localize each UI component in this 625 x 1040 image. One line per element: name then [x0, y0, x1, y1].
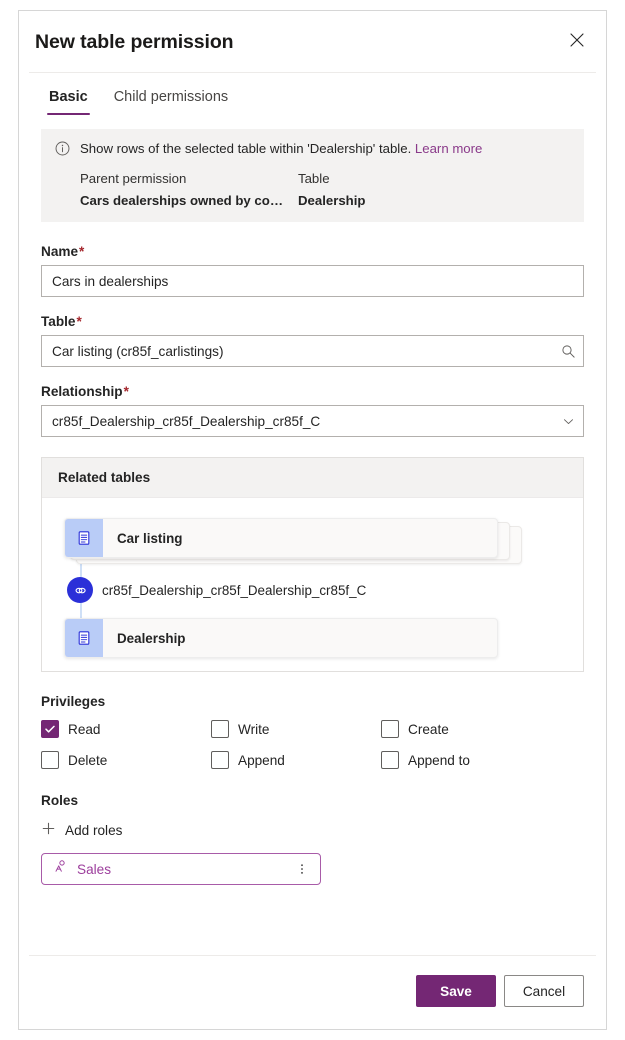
- info-banner-table: Parent permission Table Cars dealerships…: [80, 171, 570, 208]
- tab-child-permissions[interactable]: Child permissions: [112, 87, 230, 115]
- roles-label: Roles: [41, 793, 79, 808]
- checkbox-append-to[interactable]: [381, 751, 399, 769]
- privilege-create[interactable]: Create: [381, 720, 584, 738]
- dialog-header: New table permission: [19, 11, 606, 73]
- info-circle-icon: [55, 141, 71, 160]
- footer-divider: [29, 955, 596, 956]
- parent-permission-value: Cars dealerships owned by compa...: [80, 193, 290, 208]
- header-divider: [29, 72, 596, 73]
- add-roles-label: Add roles: [65, 822, 123, 838]
- tab-list: Basic Child permissions: [19, 73, 606, 115]
- name-label: Name*: [41, 244, 584, 259]
- info-banner-text: Show rows of the selected table within '…: [80, 141, 482, 157]
- name-required-marker: *: [79, 244, 85, 259]
- info-banner-message-row: Show rows of the selected table within '…: [55, 141, 570, 160]
- related-tables-canvas: Car listing cr85f_Dealership_cr85f_Deale…: [42, 498, 583, 671]
- table-input[interactable]: [42, 336, 553, 366]
- checkbox-read[interactable]: [41, 720, 59, 738]
- privilege-read-label: Read: [68, 721, 101, 737]
- checkbox-append[interactable]: [211, 751, 229, 769]
- checkbox-write[interactable]: [211, 720, 229, 738]
- chevron-down-icon[interactable]: [553, 415, 583, 428]
- name-input[interactable]: [42, 266, 583, 296]
- tab-basic[interactable]: Basic: [47, 87, 90, 115]
- close-button[interactable]: [560, 23, 594, 57]
- relationship-select-wrapper[interactable]: [41, 405, 584, 437]
- target-node-label: Dealership: [117, 630, 186, 646]
- info-banner-message: Show rows of the selected table within '…: [80, 141, 412, 156]
- search-icon[interactable]: [553, 344, 583, 359]
- source-node-label: Car listing: [117, 530, 183, 546]
- cancel-button[interactable]: Cancel: [504, 975, 584, 1007]
- relationship-required-marker: *: [123, 384, 129, 399]
- privileges-label: Privileges: [41, 694, 106, 709]
- related-tables-panel: Related tables Car listing cr85f_Dealers…: [41, 457, 584, 672]
- target-node[interactable]: Dealership: [64, 618, 498, 658]
- more-vertical-icon[interactable]: [293, 862, 311, 876]
- table-label-text: Table: [41, 314, 76, 329]
- table-header: Table: [298, 171, 330, 186]
- name-input-wrapper[interactable]: [41, 265, 584, 297]
- footer-button-group: Save Cancel: [41, 975, 584, 1007]
- table-input-wrapper[interactable]: [41, 335, 584, 367]
- relationship-node-label: cr85f_Dealership_cr85f_Dealership_cr85f_…: [102, 582, 367, 598]
- table-required-marker: *: [76, 314, 82, 329]
- info-banner: Show rows of the selected table within '…: [41, 129, 584, 222]
- privilege-append-to[interactable]: Append to: [381, 751, 584, 769]
- close-icon: [570, 33, 584, 47]
- privileges-grid: Read Write Create Delete Append Append t…: [41, 720, 584, 769]
- privilege-append[interactable]: Append: [211, 751, 381, 769]
- relationship-field-group: Relationship*: [41, 384, 584, 437]
- relationship-label-text: Relationship: [41, 384, 123, 399]
- parent-permission-header: Parent permission: [80, 171, 187, 186]
- related-tables-header: Related tables: [42, 458, 583, 498]
- privilege-delete[interactable]: Delete: [41, 751, 211, 769]
- table-label: Table*: [41, 314, 584, 329]
- source-node[interactable]: Car listing: [64, 518, 498, 558]
- role-chip-name: Sales: [77, 861, 112, 877]
- relationship-label: Relationship*: [41, 384, 584, 399]
- name-field-group: Name*: [41, 244, 584, 297]
- table-icon: [65, 619, 103, 657]
- privilege-delete-label: Delete: [68, 752, 108, 768]
- checkbox-delete[interactable]: [41, 751, 59, 769]
- link-icon: [67, 577, 93, 603]
- privilege-append-label: Append: [238, 752, 285, 768]
- table-icon: [65, 519, 103, 557]
- page-title: New table permission: [35, 30, 234, 53]
- privilege-create-label: Create: [408, 721, 449, 737]
- save-button[interactable]: Save: [416, 975, 496, 1007]
- dialog-footer: Save Cancel: [19, 955, 606, 1029]
- privilege-write[interactable]: Write: [211, 720, 381, 738]
- dialog-body: Show rows of the selected table within '…: [19, 115, 606, 955]
- privilege-read[interactable]: Read: [41, 720, 211, 738]
- plus-icon: [41, 821, 56, 839]
- learn-more-link[interactable]: Learn more: [415, 141, 482, 156]
- relationship-node[interactable]: cr85f_Dealership_cr85f_Dealership_cr85f_…: [67, 577, 366, 603]
- new-table-permission-dialog: New table permission Basic Child permiss…: [18, 10, 607, 1030]
- name-label-text: Name: [41, 244, 79, 259]
- table-value: Dealership: [298, 193, 366, 208]
- privilege-append-to-label: Append to: [408, 752, 470, 768]
- role-chip-sales[interactable]: Sales: [41, 853, 321, 885]
- relationship-select[interactable]: [42, 406, 553, 436]
- person-role-icon: [53, 859, 68, 879]
- table-field-group: Table*: [41, 314, 584, 367]
- add-roles-button[interactable]: Add roles: [41, 819, 122, 841]
- checkbox-create[interactable]: [381, 720, 399, 738]
- privilege-write-label: Write: [238, 721, 270, 737]
